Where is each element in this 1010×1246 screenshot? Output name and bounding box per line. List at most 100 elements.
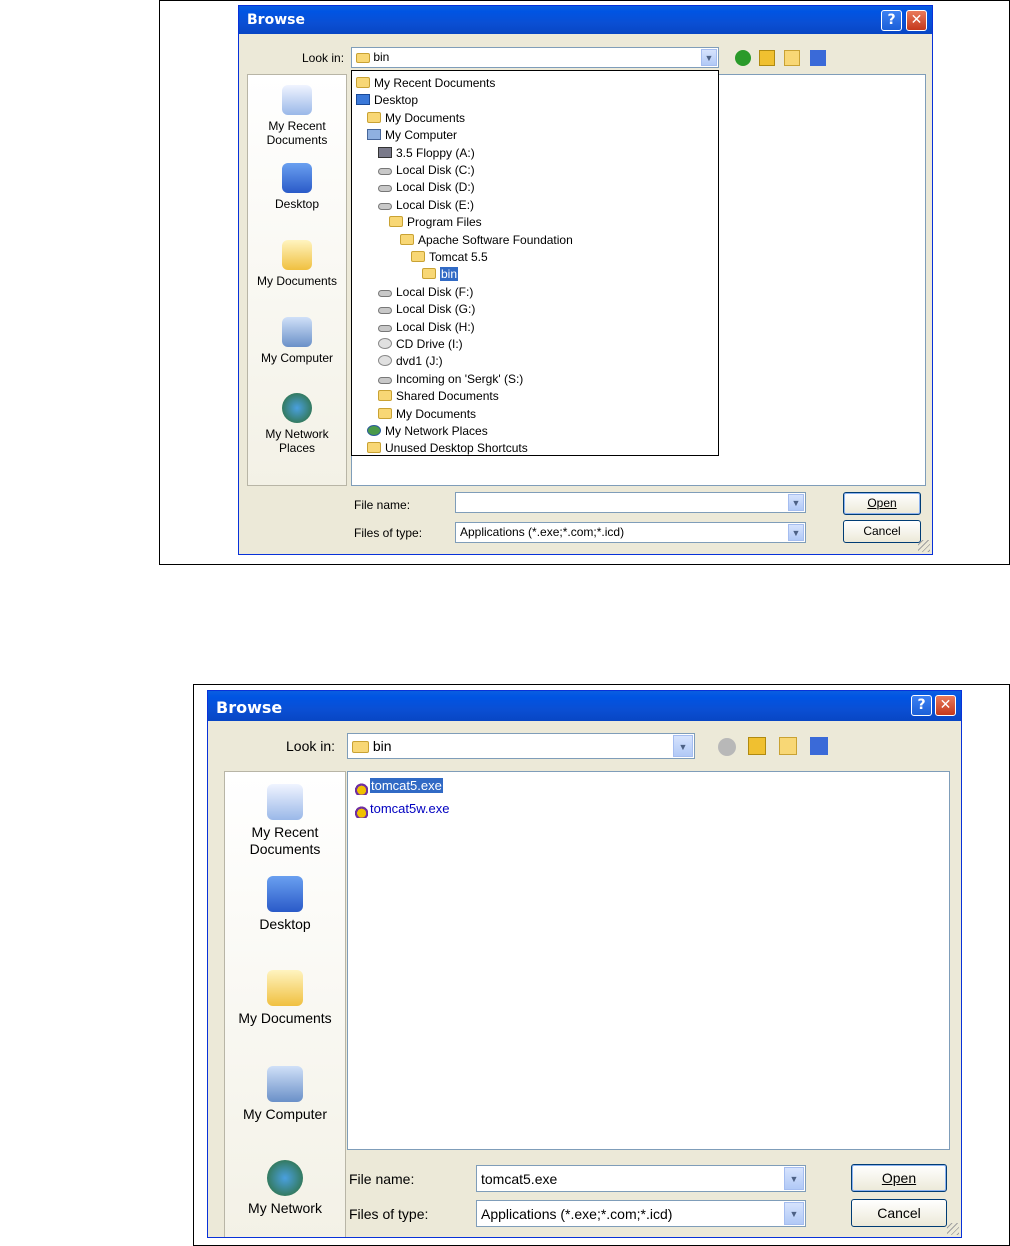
folder-icon <box>356 52 370 63</box>
place-label: My Documents <box>256 274 338 288</box>
dropdown-item[interactable]: 3.5 Floppy (A:) <box>378 145 475 162</box>
close-button[interactable]: ✕ <box>906 10 927 31</box>
file-name-field[interactable]: ▼ <box>455 492 806 513</box>
desktop-icon <box>282 163 312 193</box>
desktop-icon <box>356 94 370 106</box>
folder-icon <box>400 233 414 245</box>
dropdown-item[interactable]: My Recent Documents <box>356 75 495 92</box>
look-in-label: Look in: <box>286 738 336 754</box>
dropdown-item-label: Local Disk (G:) <box>396 302 476 317</box>
close-button[interactable]: ✕ <box>935 695 956 716</box>
dropdown-item-label: bin <box>440 267 459 282</box>
place-my-computer[interactable]: My Computer <box>225 1066 345 1123</box>
dropdown-item[interactable]: CD Drive (I:) <box>378 336 463 353</box>
files-of-type-value: Applications (*.exe;*.com;*.icd) <box>481 1206 673 1222</box>
dropdown-item[interactable]: Shared Documents <box>378 388 499 405</box>
help-button[interactable]: ? <box>881 10 902 31</box>
dropdown-item[interactable]: Unused Desktop Shortcuts <box>367 440 528 457</box>
recent-documents-icon <box>267 784 303 820</box>
up-folder-icon[interactable] <box>748 737 766 755</box>
view-menu-icon[interactable] <box>810 737 836 755</box>
chevron-down-icon[interactable]: ▼ <box>701 49 717 66</box>
dropdown-item[interactable]: Local Disk (E:) <box>378 197 474 214</box>
place-label: My Network <box>248 1200 322 1216</box>
dropdown-item[interactable]: My Network Places <box>367 423 488 440</box>
cd-drive-icon <box>378 338 392 349</box>
dropdown-item[interactable]: Tomcat 5.5 <box>411 249 488 266</box>
chevron-down-icon[interactable]: ▼ <box>784 1202 804 1225</box>
chevron-down-icon[interactable]: ▼ <box>673 735 693 757</box>
back-icon[interactable] <box>735 50 751 66</box>
dropdown-item[interactable]: Desktop <box>356 92 418 109</box>
look-in-combo[interactable]: bin ▼ <box>351 47 719 68</box>
files-of-type-select[interactable]: Applications (*.exe;*.com;*.icd) ▼ <box>455 522 806 543</box>
look-in-value: bin <box>372 738 392 754</box>
place-my-computer[interactable]: My Computer <box>248 317 346 365</box>
files-of-type-select[interactable]: Applications (*.exe;*.com;*.icd) ▼ <box>476 1200 806 1227</box>
dropdown-item[interactable]: Local Disk (G:) <box>378 301 475 318</box>
drive-icon <box>378 324 392 332</box>
chevron-down-icon[interactable]: ▼ <box>788 524 804 541</box>
help-button[interactable]: ? <box>911 695 932 716</box>
dropdown-item[interactable]: Local Disk (D:) <box>378 179 475 196</box>
dropdown-item[interactable]: My Documents <box>367 110 465 127</box>
dropdown-item-label: My Documents <box>396 406 477 421</box>
place-my-documents[interactable]: My Documents <box>225 970 345 1027</box>
dropdown-item-label: My Documents <box>385 110 466 125</box>
dropdown-item[interactable]: My Documents <box>378 406 476 423</box>
new-folder-icon[interactable] <box>784 50 800 66</box>
look-in-dropdown-list[interactable]: My Recent Documents Desktop My Documents My… <box>351 70 719 456</box>
dropdown-item[interactable]: Local Disk (H:) <box>378 319 475 336</box>
drive-icon <box>378 289 392 297</box>
places-bar: My Recent Documents Desktop My Documents… <box>247 74 347 486</box>
dropdown-item-label: Desktop <box>374 93 419 108</box>
places-bar: My Recent Documents Desktop My Documents… <box>224 771 346 1237</box>
place-my-network-places[interactable]: My Network Places <box>248 393 346 455</box>
place-recent-documents[interactable]: My Recent Documents <box>225 784 345 858</box>
dropdown-item[interactable]: Apache Software Foundation <box>400 232 573 249</box>
browse-dialog-2: Browse ? ✕ Look in: bin ▼ My Recent Docu… <box>207 690 962 1238</box>
chevron-down-icon[interactable]: ▼ <box>788 494 804 511</box>
file-name: tomcat5w.exe <box>370 801 450 816</box>
chevron-down-icon[interactable]: ▼ <box>784 1167 804 1190</box>
open-button[interactable]: Open <box>851 1164 947 1192</box>
place-desktop[interactable]: Desktop <box>225 876 345 933</box>
place-label: My Documents <box>238 1010 332 1026</box>
look-in-label: Look in: <box>302 51 345 65</box>
file-name-field[interactable]: tomcat5.exe ▼ <box>476 1165 806 1192</box>
place-label: My Computer <box>242 1106 328 1122</box>
dropdown-item[interactable]: Local Disk (F:) <box>378 284 473 301</box>
file-name-label: File name: <box>349 1171 415 1187</box>
dropdown-item[interactable]: My Computer <box>367 127 457 144</box>
file-item-tomcat5w[interactable]: tomcat5w.exe <box>352 801 450 818</box>
dropdown-item-label: My Computer <box>385 128 458 143</box>
dropdown-item-label: Program Files <box>407 215 482 230</box>
resize-grip[interactable] <box>918 540 930 552</box>
dialog-title: Browse <box>216 698 283 717</box>
dropdown-item[interactable]: Incoming on 'Sergk' (S:) <box>378 371 523 388</box>
look-in-combo[interactable]: bin ▼ <box>347 733 695 759</box>
recent-documents-icon <box>282 85 312 115</box>
place-recent-documents[interactable]: My Recent Documents <box>248 85 346 147</box>
open-button[interactable]: Open <box>843 492 921 515</box>
cancel-button[interactable]: Cancel <box>843 520 921 543</box>
place-my-network[interactable]: My Network <box>225 1160 345 1217</box>
dropdown-item[interactable]: bin <box>422 266 459 283</box>
resize-grip[interactable] <box>947 1223 959 1235</box>
up-folder-icon[interactable] <box>759 50 775 66</box>
new-folder-icon[interactable] <box>779 737 797 755</box>
dropdown-item[interactable]: Program Files <box>389 214 482 231</box>
place-my-documents[interactable]: My Documents <box>248 240 346 288</box>
dropdown-item[interactable]: Local Disk (C:) <box>378 162 475 179</box>
cancel-button[interactable]: Cancel <box>851 1199 947 1227</box>
back-icon[interactable] <box>718 738 736 756</box>
file-list[interactable]: tomcat5.exe tomcat5w.exe <box>347 771 950 1150</box>
view-menu-icon[interactable] <box>810 50 834 66</box>
file-item-tomcat5[interactable]: tomcat5.exe <box>352 778 443 795</box>
folder-icon <box>389 216 403 228</box>
cd-drive-icon <box>378 355 392 367</box>
my-documents-icon <box>367 111 381 123</box>
place-desktop[interactable]: Desktop <box>248 163 346 211</box>
dropdown-item[interactable]: dvd1 (J:) <box>378 353 443 370</box>
file-name: tomcat5.exe <box>370 778 443 793</box>
